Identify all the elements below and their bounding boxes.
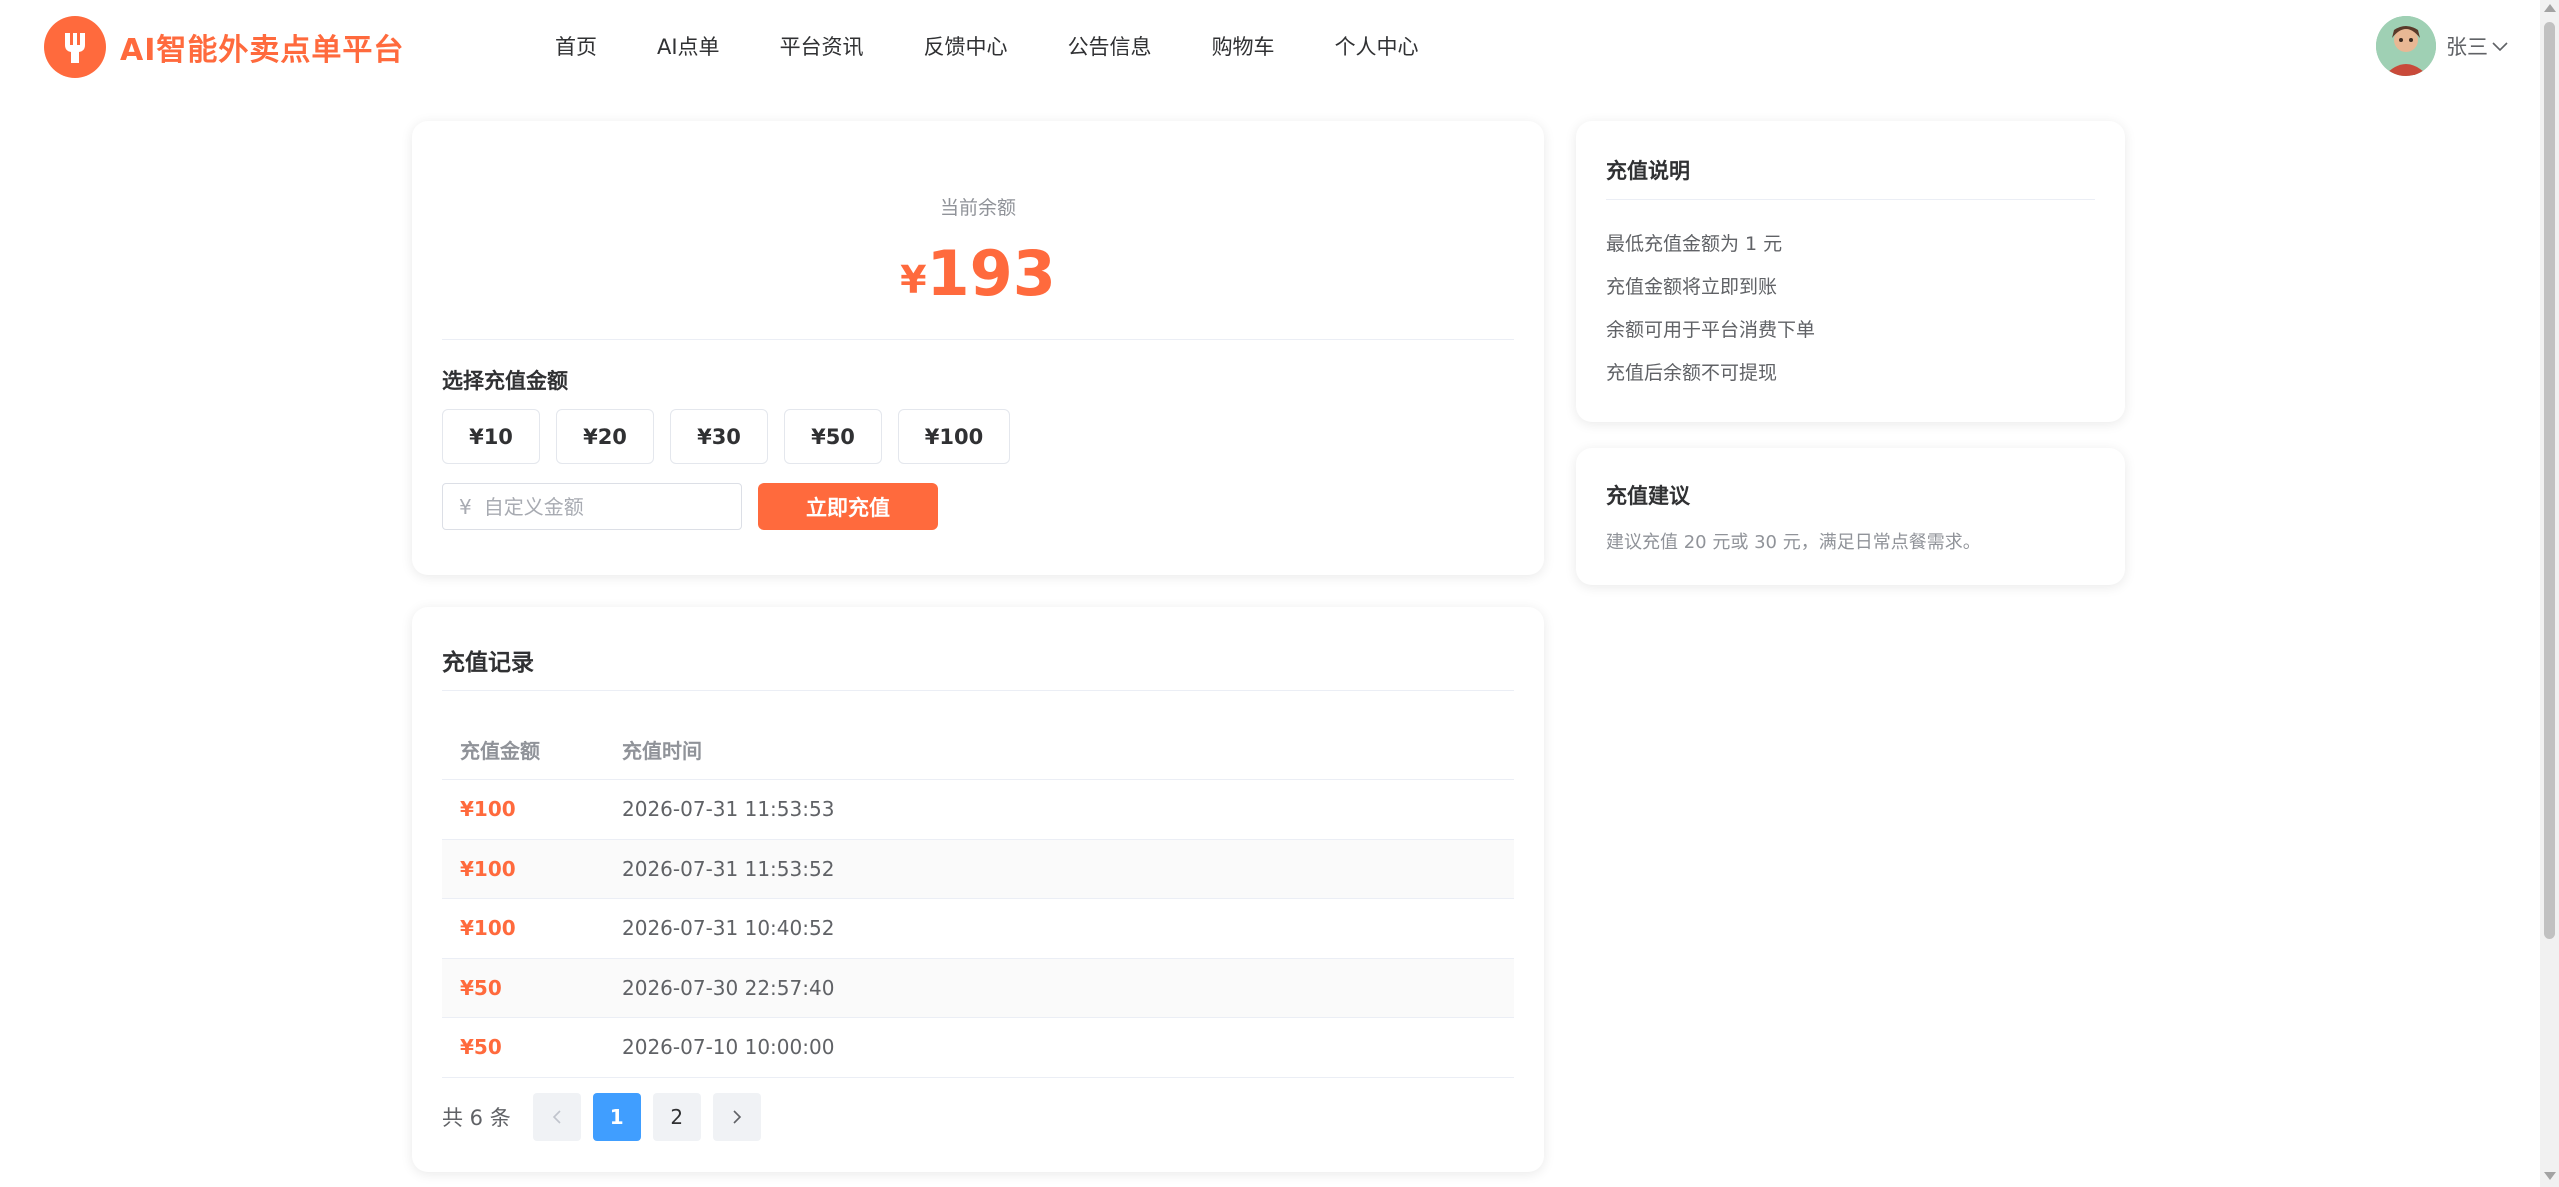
suggest-text: 建议充值 20 元或 30 元，满足日常点餐需求。 [1606,532,1981,553]
divider [442,339,1514,340]
row-time: 2026-07-10 10:00:00 [622,1035,835,1060]
recharge-now-button[interactable]: 立即充值 [758,483,938,530]
scroll-down-icon[interactable] [2544,1172,2556,1180]
amount-option-30[interactable]: ¥30 [670,409,768,464]
divider [442,690,1514,691]
chevron-right-icon [732,1105,742,1129]
table-row: ¥50 2026-07-10 10:00:00 [442,1018,1514,1078]
row-time: 2026-07-31 10:40:52 [622,916,835,941]
brand-name: AI智能外卖点单平台 [120,33,405,68]
table-row: ¥100 2026-07-31 11:53:53 [442,780,1514,840]
amount-option-50[interactable]: ¥50 [784,409,882,464]
custom-amount-input[interactable] [483,494,724,519]
table-row: ¥100 2026-07-31 11:53:52 [442,839,1514,899]
explain-item: 余额可用于平台消费下单 [1606,319,1816,341]
row-time: 2026-07-30 22:57:40 [622,975,835,1000]
fork-knife-icon [44,16,106,78]
custom-amount-field[interactable]: ¥ [442,483,742,530]
table-row: ¥100 2026-07-31 10:40:52 [442,899,1514,959]
explain-title: 充值说明 [1606,159,1690,183]
explain-item: 最低充值金额为 1 元 [1606,233,1783,255]
recharge-suggest-card: 充值建议 建议充值 20 元或 30 元，满足日常点餐需求。 [1576,448,2125,585]
pagination-next-button[interactable] [712,1093,761,1141]
pagination-page-1[interactable]: 1 [592,1093,641,1141]
nav-item-feedback[interactable]: 反馈中心 [924,31,1008,61]
pagination-page-2[interactable]: 2 [652,1093,701,1141]
row-amount: ¥100 [460,916,516,941]
recharge-page: AI智能外卖点单平台 首页 AI点单 平台资讯 反馈中心 公告信息 购物车 个人… [0,0,2559,1187]
pagination-prev-button[interactable] [532,1093,581,1141]
user-menu[interactable]: 张三 [2376,16,2508,76]
page-scrollbar[interactable] [2540,0,2559,1187]
explain-item: 充值后余额不可提现 [1606,362,1778,384]
pagination: 共 6 条 1 2 [442,1093,773,1141]
balance-number: 193 [926,237,1056,310]
nav-item-home[interactable]: 首页 [555,31,597,61]
amount-option-100[interactable]: ¥100 [898,409,1010,464]
recharge-amount-title: 选择充值金额 [442,369,568,393]
nav-item-announcements[interactable]: 公告信息 [1068,31,1152,61]
currency-prefix: ¥ [459,494,472,519]
row-time: 2026-07-31 11:53:53 [622,797,835,822]
balance-label: 当前余额 [939,197,1016,219]
balance-amount: ¥193 [412,237,1544,310]
scroll-up-icon[interactable] [2544,4,2556,12]
nav-item-profile[interactable]: 个人中心 [1335,31,1419,61]
table-header: 充值金额 充值时间 [442,720,1514,780]
divider [1606,199,2095,200]
top-header: AI智能外卖点单平台 首页 AI点单 平台资讯 反馈中心 公告信息 购物车 个人… [0,0,2540,92]
column-header-time[interactable]: 充值时间 [622,735,702,764]
user-avatar[interactable] [2376,16,2436,76]
column-header-amount[interactable]: 充值金额 [442,735,622,764]
amount-option-10[interactable]: ¥10 [442,409,540,464]
amount-option-20[interactable]: ¥20 [556,409,654,464]
row-amount: ¥100 [460,797,516,822]
row-amount: ¥50 [460,1035,502,1060]
amount-options: ¥10 ¥20 ¥30 ¥50 ¥100 [442,409,1026,464]
brand-logo[interactable]: AI智能外卖点单平台 [44,16,404,78]
explain-item: 充值金额将立即到账 [1606,276,1778,298]
scrollbar-thumb[interactable] [2544,22,2555,939]
recharge-explain-card: 充值说明 最低充值金额为 1 元 充值金额将立即到账 余额可用于平台消费下单 充… [1576,121,2125,422]
row-time: 2026-07-31 11:53:52 [622,856,835,881]
row-amount: ¥50 [460,975,502,1000]
user-name: 张三 [2446,35,2488,59]
records-title: 充值记录 [442,650,534,676]
nav-item-news[interactable]: 平台资讯 [780,31,864,61]
pagination-total: 共 6 条 [442,1106,511,1130]
nav-item-cart[interactable]: 购物车 [1212,31,1275,61]
currency-symbol: ¥ [900,258,927,302]
nav-item-ai-order[interactable]: AI点单 [657,31,720,61]
main-nav: 首页 AI点单 平台资讯 反馈中心 公告信息 购物车 个人中心 [525,0,1419,92]
recharge-card: 当前余额 ¥193 选择充值金额 ¥10 ¥20 ¥30 ¥50 ¥100 ¥ … [412,121,1544,575]
chevron-down-icon [2492,37,2508,56]
chevron-left-icon [552,1105,562,1129]
recharge-records-card: 充值记录 充值金额 充值时间 ¥100 2026-07-31 11:53:53 … [412,607,1544,1172]
records-table: 充值金额 充值时间 ¥100 2026-07-31 11:53:53 ¥100 … [442,720,1514,1078]
suggest-title: 充值建议 [1606,484,1690,508]
row-amount: ¥100 [460,856,516,881]
table-row: ¥50 2026-07-30 22:57:40 [442,958,1514,1018]
